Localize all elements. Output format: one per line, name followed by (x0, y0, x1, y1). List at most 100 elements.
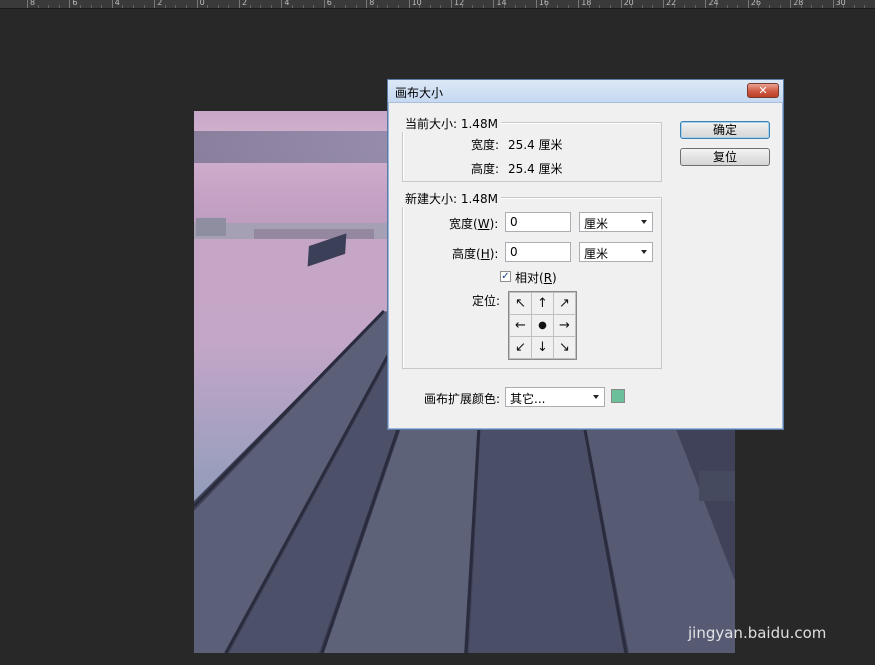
anchor-bottom-right[interactable]: ↘ (553, 336, 576, 359)
anchor-top[interactable]: ↑ (531, 292, 554, 315)
ruler-minor-tick (37, 5, 39, 8)
ruler-label: 22 (666, 0, 677, 7)
anchor-top-left[interactable]: ↖ (509, 292, 532, 315)
ruler-tick (663, 0, 664, 8)
chevron-down-icon (641, 220, 647, 224)
canvas-size-dialog: 画布大小 ✕ 当前大小: 1.48M 宽度: 25.4 厘米 高度: 25.4 … (387, 79, 784, 430)
ruler-minor-tick (270, 5, 272, 8)
anchor-right[interactable]: → (553, 314, 576, 337)
ruler-minor-tick (58, 5, 60, 8)
ruler-minor-tick (726, 5, 728, 8)
current-size-legend: 当前大小: 1.48M (402, 115, 501, 132)
ruler-tick (27, 0, 28, 8)
extension-color-select[interactable]: 其它... (505, 387, 605, 407)
ruler-minor-tick (472, 5, 474, 8)
ruler-minor-tick (514, 5, 516, 8)
ruler-minor-tick (80, 5, 81, 8)
ruler-minor-tick (48, 5, 50, 8)
ruler-minor-tick (461, 5, 463, 8)
ruler-minor-tick (694, 5, 696, 8)
close-icon: ✕ (758, 84, 768, 97)
ruler-minor-tick (175, 5, 177, 8)
horizontal-ruler[interactable]: 8 6 4 2 0 2 4 6 8 10 12 14 16 18 20 22 24 26 28 30 (0, 0, 875, 9)
height-input[interactable]: 0 (505, 242, 571, 262)
ruler-label: 0 (199, 0, 205, 7)
ruler-minor-tick (652, 5, 654, 8)
anchor-top-right[interactable]: ↗ (553, 292, 576, 315)
anchor-bottom[interactable]: ↓ (531, 336, 554, 359)
ruler-label: 6 (326, 0, 332, 7)
new-height-label: 高度(H): (452, 247, 499, 261)
ruler-label: 26 (750, 0, 761, 7)
ruler-label: 16 (538, 0, 549, 7)
ruler-tick (323, 0, 325, 8)
ruler-tick (620, 0, 622, 8)
ruler-minor-tick (387, 5, 389, 8)
ruler-tick (790, 0, 792, 8)
ruler-minor-tick (143, 5, 145, 8)
ok-button[interactable]: 确定 (680, 121, 770, 139)
ruler-minor-tick (440, 5, 442, 8)
ruler-minor-tick (345, 5, 346, 8)
ruler-minor-tick (737, 5, 739, 8)
ruler-label: 2 (157, 0, 163, 7)
ruler-label: 24 (708, 0, 719, 7)
ruler-minor-tick (853, 5, 855, 8)
ruler-tick (366, 0, 368, 8)
ruler-label: 2 (242, 0, 248, 7)
width-input[interactable]: 0 (505, 212, 571, 232)
ruler-minor-tick (133, 5, 134, 8)
ruler-minor-tick (302, 5, 304, 8)
ruler-minor-tick (504, 5, 505, 8)
baidu-watermark-url: jingyan.baidu.com (688, 624, 827, 642)
ruler-tick (493, 0, 495, 8)
ruler-tick (69, 0, 71, 8)
ruler-label: 4 (284, 0, 290, 7)
ruler-label: 6 (72, 0, 78, 7)
ruler-minor-tick (641, 5, 643, 8)
extension-color-value: 其它... (510, 392, 546, 406)
ruler-minor-tick (334, 5, 336, 8)
anchor-center[interactable]: ● (531, 314, 554, 337)
ruler-tick (747, 0, 749, 8)
ruler-minor-tick (864, 5, 866, 8)
ruler-minor-tick (207, 5, 209, 8)
ruler-minor-tick (217, 5, 219, 8)
anchor-bottom-left[interactable]: ↙ (509, 336, 532, 359)
ruler-minor-tick (525, 5, 527, 8)
ruler-tick (111, 0, 113, 8)
ruler-label: 28 (793, 0, 804, 7)
ruler-tick (832, 0, 834, 8)
relative-checkbox[interactable]: ✓ (500, 271, 511, 282)
new-width-label: 宽度(W): (449, 217, 499, 231)
ruler-label: 4 (114, 0, 120, 7)
extension-color-swatch[interactable] (611, 389, 625, 403)
ruler-label: 14 (496, 0, 507, 7)
ruler-tick (705, 0, 707, 8)
dialog-titlebar[interactable]: 画布大小 ✕ (388, 80, 783, 103)
ruler-tick (154, 0, 156, 8)
ruler-tick (196, 0, 198, 8)
ruler-minor-tick (567, 5, 569, 8)
ruler-minor-tick (419, 5, 421, 8)
anchor-left[interactable]: ← (509, 314, 532, 337)
ruler-minor-tick (546, 5, 548, 8)
chevron-down-icon (593, 395, 599, 399)
ruler-minor-tick (588, 5, 590, 8)
current-height-value: 25.4 厘米 (508, 162, 563, 176)
width-unit-select[interactable]: 厘米 (579, 212, 653, 232)
reset-button[interactable]: 复位 (680, 148, 770, 166)
ruler-label: 10 (411, 0, 422, 7)
ruler-minor-tick (779, 5, 781, 8)
ruler-minor-tick (101, 5, 103, 8)
ruler-label: 12 (454, 0, 465, 7)
ruler-minor-tick (186, 5, 187, 8)
ruler-minor-tick (811, 5, 813, 8)
close-button[interactable]: ✕ (747, 83, 779, 98)
current-width-value: 25.4 厘米 (508, 138, 563, 152)
ruler-minor-tick (599, 5, 601, 8)
ruler-minor-tick (758, 5, 760, 8)
ruler-label: 8 (369, 0, 375, 7)
height-unit-select[interactable]: 厘米 (579, 242, 653, 262)
ruler-minor-tick (610, 5, 611, 8)
